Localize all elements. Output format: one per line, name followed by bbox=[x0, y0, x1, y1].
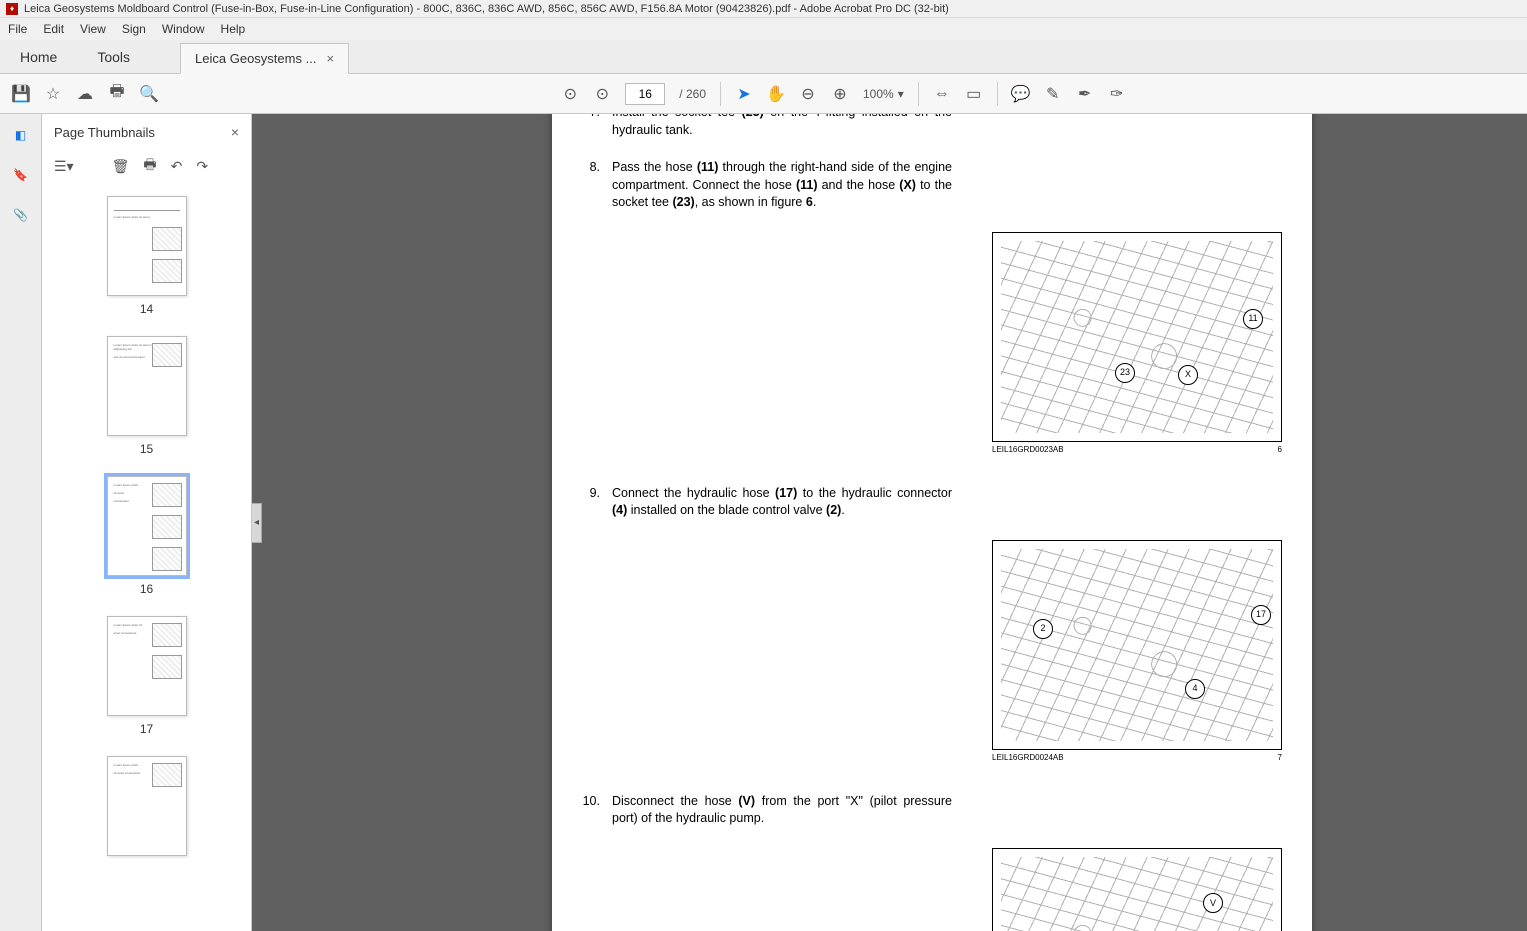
options-icon[interactable]: ☰▾ bbox=[54, 158, 74, 175]
menu-window[interactable]: Window bbox=[162, 22, 205, 36]
menu-bar: File Edit View Sign Window Help bbox=[0, 18, 1527, 40]
fit-width-icon[interactable]: ⇔ bbox=[933, 85, 951, 103]
page-up-icon[interactable]: ⊙ bbox=[561, 85, 579, 103]
menu-sign[interactable]: Sign bbox=[122, 22, 146, 36]
menu-view[interactable]: View bbox=[80, 22, 106, 36]
print-icon[interactable]: 🖶 bbox=[108, 85, 126, 103]
search-icon[interactable]: 🔍 bbox=[140, 85, 158, 103]
thumbnails-panel: Page Thumbnails × ☰▾ 🗑 🖶 ↶ ↷ Lorem ipsum… bbox=[42, 114, 252, 931]
thumbnails-tools: ☰▾ 🗑 🖶 ↶ ↷ bbox=[42, 150, 251, 186]
figure-6: 11 23 X LEIL16GRD0023AB6 bbox=[582, 232, 1282, 455]
pdf-page: 7. Install the socket tee (23) on the T-… bbox=[552, 114, 1312, 931]
highlight-icon[interactable]: ✎ bbox=[1044, 85, 1062, 103]
thumbnail-17[interactable]: Lorem ipsum dolor sitamet consectetur 17 bbox=[107, 616, 187, 736]
menu-edit[interactable]: Edit bbox=[43, 22, 64, 36]
left-rail: ◧ 🔖 📎 bbox=[0, 114, 42, 931]
document-area[interactable]: ◂ 7. Install the socket tee (23) on the … bbox=[252, 114, 1527, 931]
save-icon[interactable]: 💾 bbox=[12, 85, 30, 103]
thumbnails-icon[interactable]: ◧ bbox=[15, 128, 26, 142]
trash-icon[interactable]: 🗑 bbox=[112, 158, 130, 175]
step-7: 7. Install the socket tee (23) on the T-… bbox=[582, 114, 1282, 139]
zoom-out-icon[interactable]: ⊖ bbox=[799, 85, 817, 103]
cloud-icon[interactable]: ☁ bbox=[76, 85, 94, 103]
tab-document[interactable]: Leica Geosystems ... × bbox=[180, 43, 349, 74]
figure-8: V LEIL16GRD0025AB8 bbox=[582, 848, 1282, 931]
sign-icon[interactable]: ✒ bbox=[1076, 85, 1094, 103]
toolbar: 💾 ☆ ☁ 🖶 🔍 ⊙ ⊙ / 260 ➤ ✋ ⊖ ⊕ 100% ▾ ⇔ ▭ 💬… bbox=[0, 74, 1527, 114]
thumbnail-16[interactable]: Lorem ipsum dolorsit ametconsectetur 16 bbox=[107, 476, 187, 596]
collapse-panel-button[interactable]: ◂ bbox=[252, 503, 262, 543]
menu-file[interactable]: File bbox=[8, 22, 27, 36]
thumbnails-title: Page Thumbnails bbox=[54, 125, 155, 140]
thumbnail-15[interactable]: Lorem ipsum dolor sit amet consectetur a… bbox=[107, 336, 187, 456]
pdf-icon: ♦ bbox=[6, 3, 18, 15]
select-tool-icon[interactable]: ➤ bbox=[735, 85, 753, 103]
page-down-icon[interactable]: ⊙ bbox=[593, 85, 611, 103]
step-8: 8. Pass the hose (11) through the right-… bbox=[582, 159, 1282, 212]
zoom-level[interactable]: 100% ▾ bbox=[863, 87, 904, 101]
rotate-ccw-icon[interactable]: ↶ bbox=[171, 158, 183, 175]
zoom-in-icon[interactable]: ⊕ bbox=[831, 85, 849, 103]
tab-tools[interactable]: Tools bbox=[77, 41, 150, 73]
print-pages-icon[interactable]: 🖶 bbox=[143, 154, 156, 178]
step-9: 9. Connect the hydraulic hose (17) to th… bbox=[582, 485, 1282, 520]
star-icon[interactable]: ☆ bbox=[44, 85, 62, 103]
thumbnail-18[interactable]: Lorem ipsum dolorsit amet consectetur bbox=[107, 756, 187, 856]
bookmark-icon[interactable]: 🔖 bbox=[13, 168, 28, 182]
thumbnails-close-button[interactable]: × bbox=[231, 124, 239, 140]
stamp-icon[interactable]: ✑ bbox=[1108, 85, 1126, 103]
step-10: 10. Disconnect the hose (V) from the por… bbox=[582, 793, 1282, 828]
title-bar: ♦ Leica Geosystems Moldboard Control (Fu… bbox=[0, 0, 1527, 18]
rotate-cw-icon[interactable]: ↷ bbox=[196, 158, 208, 175]
page-number-input[interactable] bbox=[625, 83, 665, 105]
read-mode-icon[interactable]: ▭ bbox=[965, 85, 983, 103]
tab-home[interactable]: Home bbox=[0, 41, 77, 73]
comment-icon[interactable]: 💬 bbox=[1012, 85, 1030, 103]
hand-tool-icon[interactable]: ✋ bbox=[767, 85, 785, 103]
page-count: / 260 bbox=[679, 87, 706, 101]
tab-bar: Home Tools Leica Geosystems ... × bbox=[0, 40, 1527, 74]
window-title: Leica Geosystems Moldboard Control (Fuse… bbox=[24, 3, 949, 15]
chevron-down-icon: ▾ bbox=[898, 87, 904, 101]
menu-help[interactable]: Help bbox=[221, 22, 246, 36]
thumbnails-list[interactable]: Lorem ipsum dolor sit amet 14 Lorem ipsu… bbox=[42, 186, 251, 931]
thumbnail-14[interactable]: Lorem ipsum dolor sit amet 14 bbox=[107, 196, 187, 316]
tab-close-button[interactable]: × bbox=[326, 51, 334, 66]
figure-7: 2 17 4 LEIL16GRD0024AB7 bbox=[582, 540, 1282, 763]
tab-document-label: Leica Geosystems ... bbox=[195, 51, 316, 66]
attachments-icon[interactable]: 📎 bbox=[13, 208, 28, 222]
